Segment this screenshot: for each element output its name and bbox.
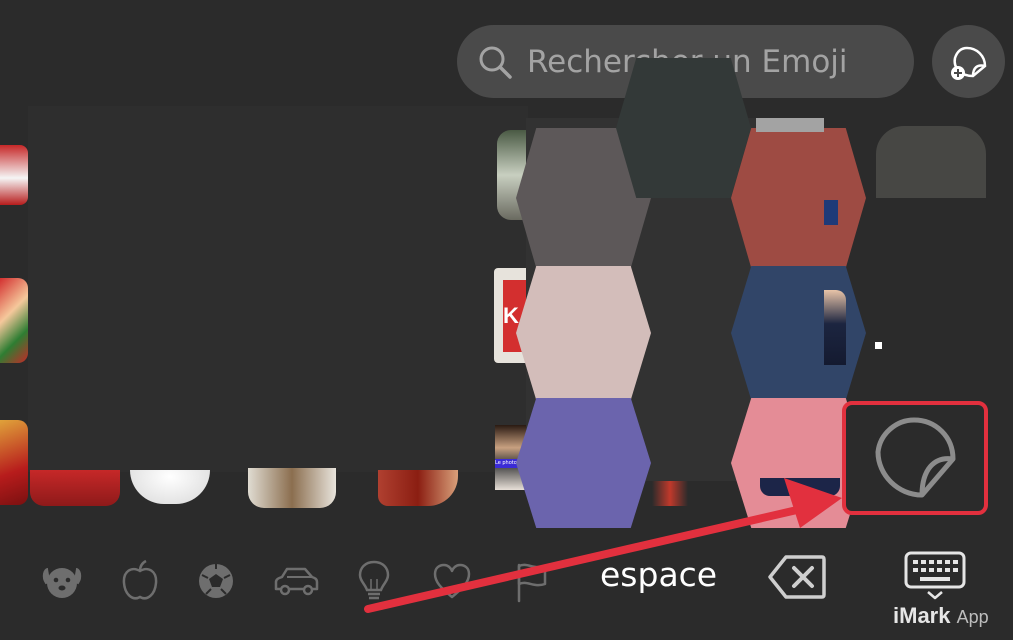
category-smileys-animals[interactable]: [38, 557, 86, 605]
category-flags[interactable]: [508, 557, 556, 605]
category-symbols[interactable]: [428, 557, 476, 605]
sticker-thumbnail[interactable]: [0, 410, 28, 505]
sticker-thumbnail[interactable]: [875, 342, 882, 349]
lightbulb-icon: [358, 560, 390, 600]
mosaic-tile: [731, 128, 866, 268]
dog-face-icon: [42, 568, 82, 598]
sticker-add-icon: [950, 46, 986, 80]
sticker-thumbnail[interactable]: [760, 478, 840, 496]
sticker-peel-icon: [875, 417, 956, 498]
sticker-thumbnail[interactable]: [0, 130, 28, 220]
sticker-preview-panel: [28, 106, 528, 472]
stickers-button[interactable]: [842, 401, 988, 515]
sticker-thumbnail[interactable]: [824, 290, 846, 365]
category-activity[interactable]: [192, 557, 240, 605]
flag-icon: [517, 563, 547, 603]
magnifier-icon: [479, 46, 512, 79]
soccer-ball-icon: [199, 564, 233, 598]
sticker-thumbnail[interactable]: [378, 470, 458, 506]
brand-name: iMark: [893, 603, 951, 628]
emoji-keyboard: KA Le photocopie: [0, 0, 1013, 640]
category-travel[interactable]: [270, 557, 322, 605]
apple-icon: [122, 559, 158, 600]
sticker-thumbnail[interactable]: [30, 470, 120, 506]
category-objects[interactable]: [350, 557, 398, 605]
heart-icon: [433, 563, 471, 599]
pixelated-sticker[interactable]: [516, 58, 866, 528]
mosaic-tile: [616, 58, 751, 198]
keyboard-bottom-bar: espace iMark App: [0, 540, 1013, 640]
add-sticker-button[interactable]: [932, 25, 1005, 98]
watermark-brand: iMark App: [893, 603, 989, 629]
sticker-thumbnail[interactable]: [824, 200, 838, 225]
space-key[interactable]: espace: [600, 555, 717, 594]
delete-backward-icon[interactable]: [768, 554, 826, 600]
keyboard-icon[interactable]: [904, 551, 966, 601]
sticker-thumbnail[interactable]: [130, 470, 210, 504]
category-food[interactable]: [116, 557, 164, 605]
brand-suffix: App: [956, 607, 989, 627]
sticker-thumbnail[interactable]: [0, 268, 28, 368]
sticker-thumbnail[interactable]: [652, 480, 688, 506]
sticker-thumbnail[interactable]: [248, 468, 336, 508]
mosaic-tile: [516, 266, 651, 400]
sticker-thumbnail[interactable]: [876, 126, 986, 198]
mosaic-tile: [516, 398, 651, 528]
car-icon: [274, 567, 319, 596]
